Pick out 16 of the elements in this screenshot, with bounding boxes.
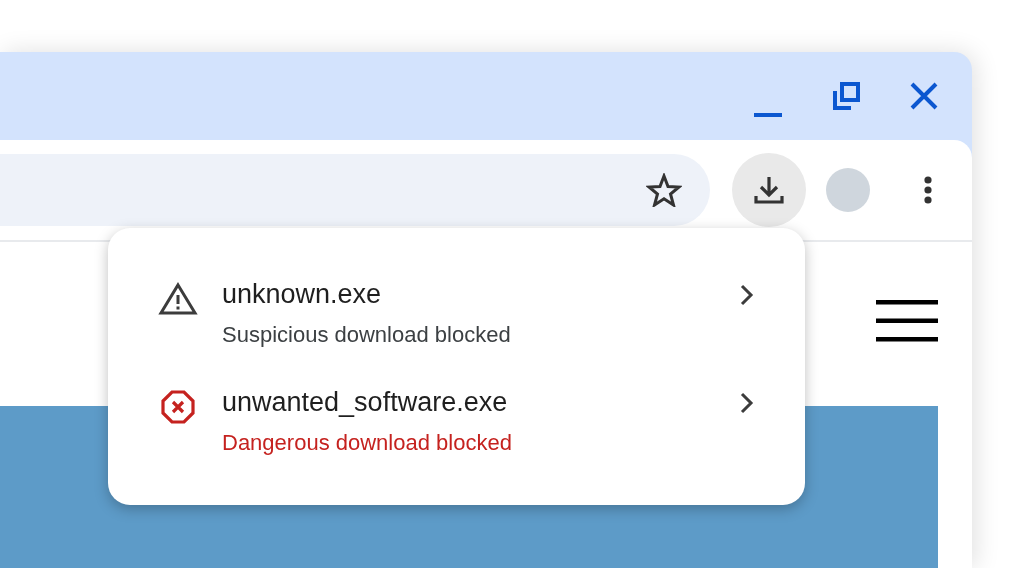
download-item[interactable]: unwanted_software.exe Dangerous download blocked <box>108 385 805 456</box>
close-icon[interactable] <box>910 82 938 110</box>
star-icon[interactable] <box>646 173 682 207</box>
file-name: unknown.exe <box>222 277 383 310</box>
download-status: Dangerous download blocked <box>222 429 513 456</box>
chevron-right-icon[interactable] <box>739 283 755 306</box>
more-icon[interactable] <box>924 176 932 204</box>
download-item[interactable]: unknown.exe Suspicious download blocked <box>108 277 805 348</box>
menu-icon[interactable] <box>876 300 938 342</box>
download-icon <box>754 175 784 205</box>
warning-icon <box>158 281 198 316</box>
error-icon <box>161 389 195 424</box>
chevron-right-icon[interactable] <box>739 391 755 414</box>
restore-icon[interactable] <box>832 82 860 110</box>
download-status: Suspicious download blocked <box>222 321 512 348</box>
file-name: unwanted_software.exe <box>222 385 509 418</box>
